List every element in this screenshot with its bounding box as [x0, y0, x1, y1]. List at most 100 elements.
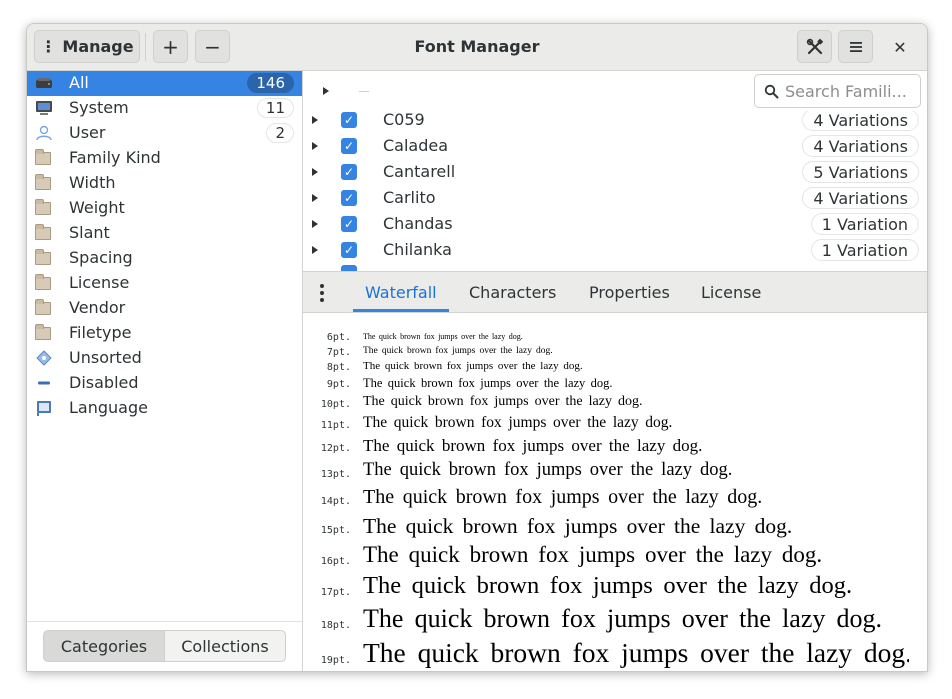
drive-icon	[36, 78, 52, 88]
size-label: 14pt.	[320, 496, 351, 507]
size-label: 13pt.	[320, 469, 351, 480]
list-item[interactable]: ✓ Cantarell 5 Variations	[303, 161, 927, 187]
list-item[interactable]: ✓ Caladea 4 Variations	[303, 135, 927, 161]
waterfall-line: 7pt. The quick brown fox jumps over the …	[303, 345, 927, 359]
variations-badge: 4 Variations	[802, 135, 919, 157]
tools-icon	[806, 38, 823, 54]
category-label: Unsorted	[69, 348, 142, 367]
close-button[interactable]: ✕	[889, 37, 911, 57]
expand-icon[interactable]	[312, 168, 318, 176]
category-label: Filetype	[69, 323, 132, 342]
tab-properties[interactable]: Properties	[589, 283, 670, 302]
category-weight[interactable]: Weight	[27, 196, 302, 221]
size-label: 15pt.	[320, 525, 351, 536]
checkbox-icon[interactable]: ✓	[341, 164, 357, 180]
category-spacing[interactable]: Spacing	[27, 246, 302, 271]
sample-text: The quick brown fox jumps over the lazy …	[363, 436, 703, 455]
toolbar-divider	[359, 91, 369, 92]
expand-all-icon[interactable]	[323, 87, 329, 95]
hamburger-icon	[849, 41, 862, 52]
waterfall-line: 8pt. The quick brown fox jumps over the …	[303, 359, 927, 375]
expand-icon[interactable]	[312, 142, 318, 150]
category-all[interactable]: All 146	[27, 71, 302, 96]
font-family-name: Cantarell	[383, 162, 456, 181]
list-item-partial[interactable]	[303, 265, 927, 271]
font-family-name: Carlito	[383, 188, 436, 207]
waterfall-line: 6pt. The quick brown fox jumps over the …	[303, 331, 927, 343]
checkbox-icon[interactable]: ✓	[341, 190, 357, 206]
variations-badge: 4 Variations	[802, 111, 919, 131]
waterfall-line: 18pt. The quick brown fox jumps over the…	[303, 605, 909, 639]
search-entry[interactable]: Search Famili...	[754, 74, 921, 108]
folder-icon	[35, 224, 51, 240]
category-language[interactable]: Language	[27, 396, 302, 421]
waterfall-line: 15pt. The quick brown fox jumps over the…	[303, 513, 927, 543]
search-icon	[764, 84, 779, 99]
size-label: 6pt.	[326, 332, 351, 343]
folder-icon	[35, 199, 51, 215]
category-filetype[interactable]: Filetype	[27, 321, 302, 346]
folder-icon	[35, 249, 51, 265]
category-width[interactable]: Width	[27, 171, 302, 196]
category-label: User	[69, 123, 106, 142]
size-label: 19pt.	[320, 655, 351, 666]
categories-toggle[interactable]: Categories	[43, 630, 165, 662]
expand-icon[interactable]	[312, 116, 318, 124]
category-unsorted[interactable]: Unsorted	[27, 346, 302, 371]
checkbox-icon[interactable]: ✓	[341, 112, 357, 128]
sample-text: The quick brown fox jumps over the lazy …	[363, 414, 673, 431]
collections-toggle[interactable]: Collections	[164, 630, 286, 662]
category-label: Language	[69, 398, 148, 417]
category-label: Width	[69, 173, 116, 192]
folder-icon	[35, 299, 51, 315]
checkbox-icon[interactable]: ✓	[341, 216, 357, 232]
category-system[interactable]: System 11	[27, 96, 302, 121]
close-icon: ✕	[893, 37, 907, 57]
category-slant[interactable]: Slant	[27, 221, 302, 246]
size-label: 9pt.	[326, 379, 351, 390]
size-label: 8pt.	[326, 362, 351, 373]
tab-license[interactable]: License	[701, 283, 761, 302]
active-tab-indicator	[353, 309, 449, 312]
count-badge: 146	[247, 73, 294, 93]
search-placeholder: Search Famili...	[785, 82, 907, 101]
category-label: All	[69, 73, 89, 92]
list-item[interactable]: ✓ C059 4 Variations	[303, 111, 927, 135]
checkbox-icon[interactable]: ✓	[341, 242, 357, 258]
tab-waterfall[interactable]: Waterfall	[365, 283, 437, 302]
font-family-name: C059	[383, 111, 425, 129]
sample-text: The quick brown fox jumps over the lazy …	[363, 460, 733, 480]
preferences-button[interactable]	[797, 30, 832, 63]
list-item[interactable]: ✓ Chandas 1 Variation	[303, 213, 927, 239]
category-user[interactable]: User 2	[27, 121, 302, 146]
main-menu-button[interactable]	[838, 30, 873, 63]
size-label: 17pt.	[320, 587, 351, 598]
category-vendor[interactable]: Vendor	[27, 296, 302, 321]
category-disabled[interactable]: Disabled	[27, 371, 302, 396]
waterfall-line: 10pt. The quick brown fox jumps over the…	[303, 393, 927, 413]
waterfall-line: 9pt. The quick brown fox jumps over the …	[303, 375, 927, 393]
sample-text: The quick brown fox jumps over the lazy …	[363, 639, 909, 668]
list-item[interactable]: ✓ Carlito 4 Variations	[303, 187, 927, 213]
sample-text: The quick brown fox jumps over the lazy …	[363, 346, 553, 356]
variations-badge: 4 Variations	[802, 187, 919, 209]
checkbox-icon[interactable]: ✓	[341, 138, 357, 154]
expand-icon[interactable]	[312, 194, 318, 202]
waterfall-line: 19pt. The quick brown fox jumps over the…	[303, 639, 909, 671]
preview-menu-icon[interactable]	[320, 284, 324, 302]
list-item[interactable]: ✓ Chilanka 1 Variation	[303, 239, 927, 265]
checkbox-icon[interactable]	[341, 265, 357, 271]
count-badge: 11	[256, 98, 294, 118]
language-icon	[37, 401, 51, 416]
category-family-kind[interactable]: Family Kind	[27, 146, 302, 171]
expand-icon[interactable]	[312, 246, 318, 254]
font-list-toolbar: Search Famili...	[303, 71, 927, 111]
unsorted-icon	[36, 350, 52, 366]
category-label: Spacing	[69, 248, 133, 267]
expand-icon[interactable]	[312, 220, 318, 228]
sample-text: The quick brown fox jumps over the lazy …	[363, 573, 853, 599]
category-license[interactable]: License	[27, 271, 302, 296]
folder-icon	[35, 324, 51, 340]
tab-characters[interactable]: Characters	[469, 283, 556, 302]
variations-badge: 5 Variations	[802, 161, 919, 183]
